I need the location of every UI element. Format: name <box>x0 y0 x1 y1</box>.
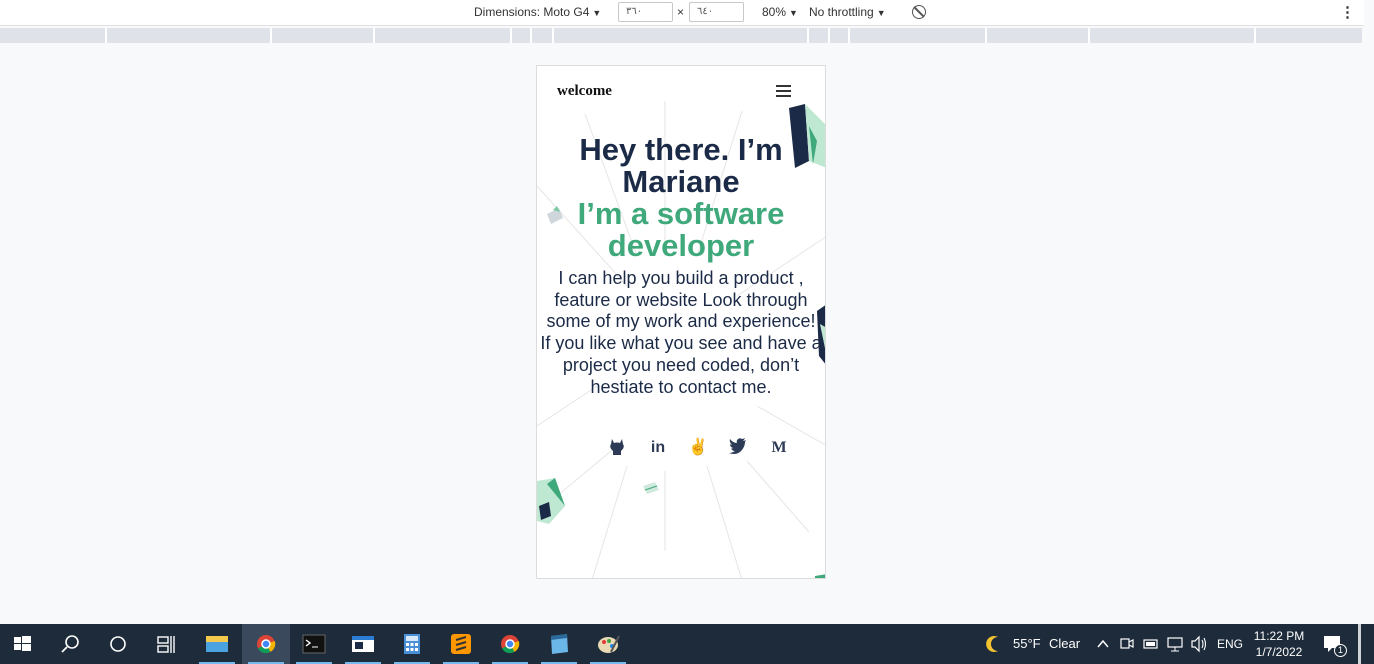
clock-date: 1/7/2022 <box>1255 645 1303 659</box>
throttling-label: No throttling <box>809 5 874 19</box>
hero-subheading: I’m a software developer <box>537 198 825 262</box>
twitter-icon[interactable] <box>727 438 749 458</box>
throttling-select[interactable]: No throttling ▼ <box>809 0 886 26</box>
terminal-icon[interactable] <box>290 624 338 664</box>
network-icon[interactable] <box>1166 624 1184 664</box>
start-button[interactable] <box>0 624 46 664</box>
site-navbar: welcome <box>537 66 825 116</box>
task-view-icon[interactable] <box>142 624 190 664</box>
cortana-icon[interactable] <box>94 624 142 664</box>
hero-subheading-line1: I’m a software <box>577 196 785 231</box>
times-separator: × <box>677 5 685 19</box>
show-desktop-button[interactable] <box>1358 624 1361 664</box>
show-hidden-icons-chevron-icon[interactable] <box>1094 624 1112 664</box>
chrome-taskbar-button[interactable] <box>242 624 290 664</box>
volume-icon[interactable] <box>1189 624 1209 664</box>
site-brand[interactable]: welcome <box>557 83 612 100</box>
device-viewport: welcome Hey there. I’m Mariane I’m a soft… <box>536 65 826 579</box>
hero-section: Hey there. I’m Mariane I’m a software deve… <box>537 134 825 398</box>
taskbar-clock[interactable]: 11:22 PM 1/7/2022 <box>1246 628 1312 660</box>
zoom-label: 80% <box>762 5 787 19</box>
intro-line: I can help you build a product , <box>558 268 804 288</box>
input-language[interactable]: ENG <box>1217 637 1243 651</box>
intro-line: project you need coded, don’t <box>562 354 800 375</box>
device-toolbar: Dimensions: Moto G4 ▼ ٣٦٠ × ٦٤٠ 80% ▼ No t… <box>0 0 1364 26</box>
calculator-icon[interactable] <box>388 624 436 664</box>
weather-condition[interactable]: Clear <box>1049 636 1080 651</box>
caret-down-icon: ▼ <box>876 8 886 18</box>
sublime-text-icon[interactable] <box>437 624 485 664</box>
hamburger-menu-icon[interactable] <box>776 85 791 97</box>
meet-now-icon[interactable] <box>1118 624 1136 664</box>
notepad-icon[interactable] <box>535 624 583 664</box>
width-input[interactable]: ٣٦٠ <box>618 2 673 22</box>
app-window-icon[interactable] <box>339 624 387 664</box>
hero-subheading-line2: developer <box>607 228 755 263</box>
media-query-ruler[interactable] <box>0 28 1362 43</box>
search-icon[interactable] <box>46 624 94 664</box>
intro-line: If you like what you see and have a <box>540 333 822 354</box>
paint-icon[interactable] <box>584 624 632 664</box>
caret-down-icon: ▼ <box>789 8 798 18</box>
battery-icon[interactable] <box>1142 624 1160 664</box>
hero-heading-line1: Hey there. I’m <box>579 132 783 167</box>
hero-intro: I can help you build a product , feature… <box>537 268 825 398</box>
intro-line: some of my work and experience! <box>546 311 816 332</box>
file-explorer-icon[interactable] <box>193 624 241 664</box>
linkedin-icon[interactable]: in <box>647 438 669 458</box>
chrome-icon[interactable] <box>486 624 534 664</box>
notification-center-icon[interactable]: 1 <box>1318 624 1348 664</box>
hero-heading-line2: Mariane <box>622 164 740 199</box>
zoom-select[interactable]: 80% ▼ <box>762 0 798 26</box>
social-links: in ✌ M <box>537 438 825 458</box>
medium-icon[interactable]: M <box>768 438 790 458</box>
angellist-icon[interactable]: ✌ <box>687 438 709 458</box>
intro-line: hestiate to contact me. <box>590 376 772 397</box>
hero-heading: Hey there. I’m Mariane <box>537 134 825 198</box>
rotate-icon[interactable] <box>912 5 926 19</box>
notification-count-badge: 1 <box>1334 644 1347 657</box>
decorative-shape-bottom-left <box>537 478 565 524</box>
decorative-shape-bottom-mid <box>643 482 659 494</box>
moon-weather-icon[interactable] <box>982 624 1004 664</box>
weather-temp[interactable]: 55°F <box>1013 636 1041 651</box>
device-dimensions-label: Dimensions: Moto G4 <box>474 5 590 19</box>
more-options-icon[interactable]: ⋮ <box>1340 0 1355 26</box>
caret-down-icon: ▼ <box>592 8 602 18</box>
windows-taskbar: 55°F Clear ENG 11:22 PM 1/7/2022 1 <box>0 624 1374 664</box>
height-input[interactable]: ٦٤٠ <box>689 2 744 22</box>
intro-line: feature or website Look through <box>554 289 808 310</box>
device-dimensions-select[interactable]: Dimensions: Moto G4 ▼ <box>474 0 601 26</box>
github-icon[interactable] <box>607 438 627 458</box>
clock-time: 11:22 PM <box>1253 629 1305 643</box>
